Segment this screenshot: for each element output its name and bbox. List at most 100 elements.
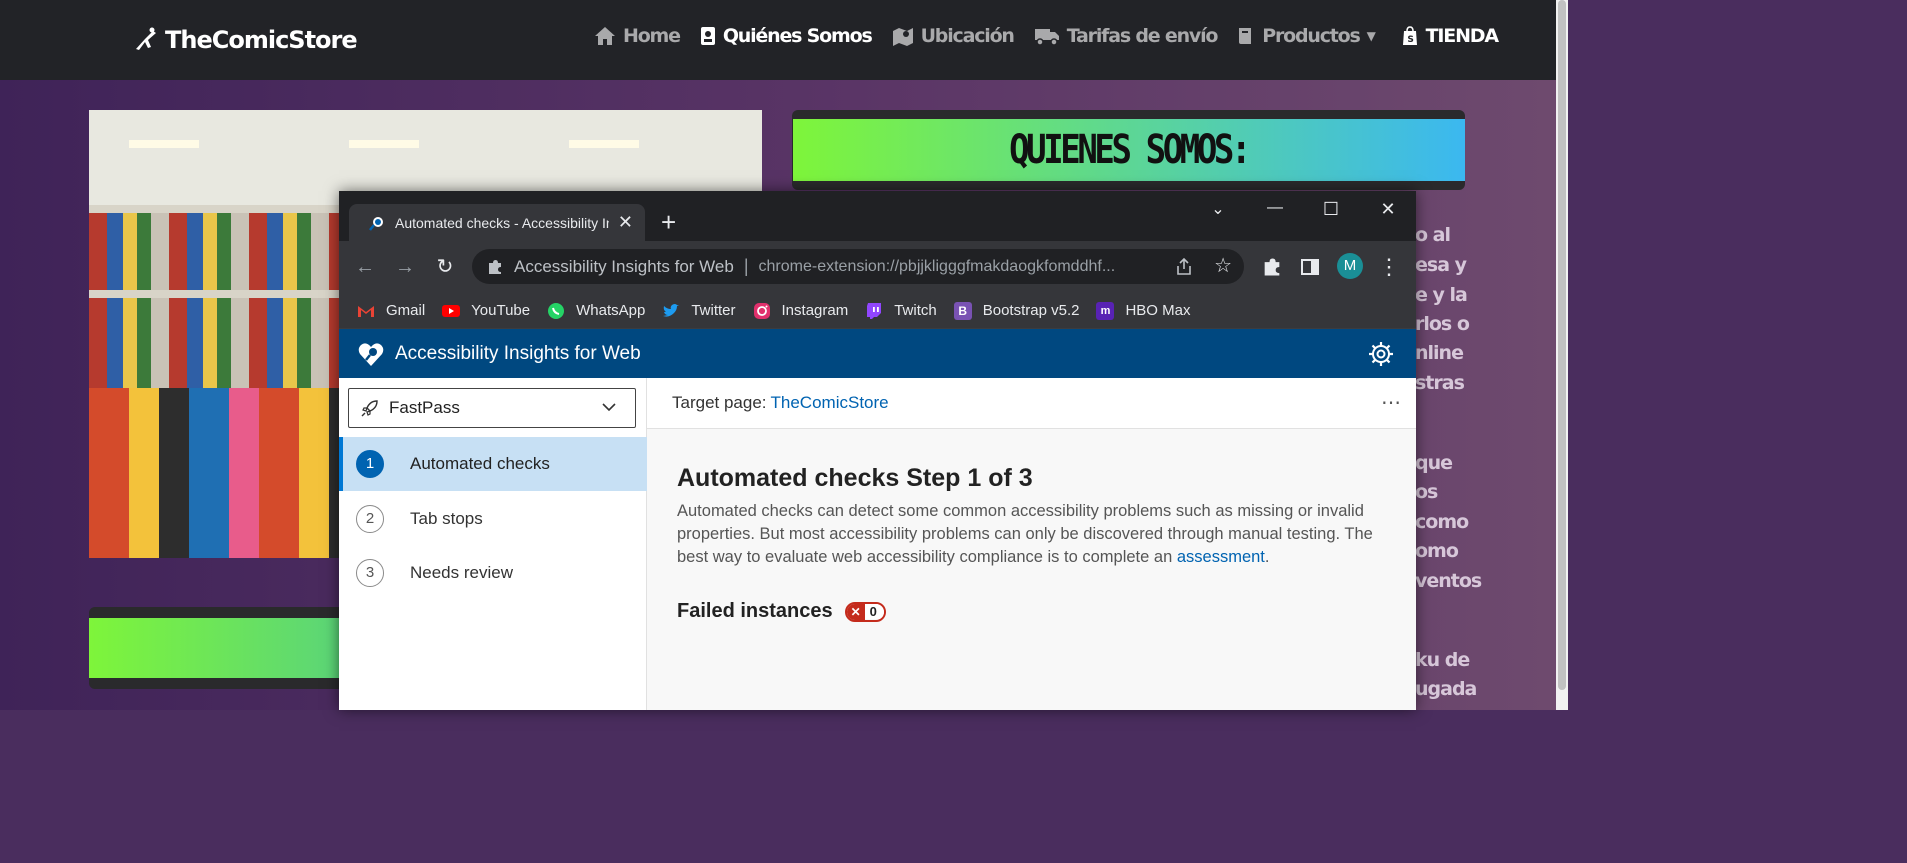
more-options-icon[interactable]: ⋯ (1381, 390, 1402, 415)
step-label: Tab stops (410, 509, 483, 528)
accessibility-insights-favicon-icon (369, 216, 383, 231)
side-text-line: como (1415, 511, 1469, 533)
bookmark-instagram[interactable]: Instagram (753, 302, 849, 320)
nav-home-label: Home (623, 25, 681, 47)
maximize-icon[interactable]: ☐ (1316, 199, 1346, 221)
assessment-link[interactable]: assessment (1177, 548, 1265, 566)
bookmark-hbomax[interactable]: m HBO Max (1096, 301, 1191, 320)
address-url: chrome-extension://pbjjkligggfmakdaogkfo… (758, 257, 1116, 275)
bookmark-star-icon[interactable]: ☆ (1214, 255, 1232, 277)
caret-down-icon: ▼ (1366, 29, 1376, 43)
tab-title: Automated checks - Accessibility Insight… (395, 214, 609, 231)
bookmark-label: Instagram (781, 302, 849, 319)
failed-count-badge: ✕ 0 (844, 601, 886, 622)
side-text-line: os (1415, 481, 1438, 503)
new-tab-button[interactable]: + (661, 209, 676, 235)
bookmark-whatsapp[interactable]: WhatsApp (547, 302, 645, 320)
side-panel-icon[interactable] (1300, 257, 1320, 277)
nav-needs-review[interactable]: 3 Needs review (339, 546, 647, 600)
nav-tarifas[interactable]: Tarifas de envío (1034, 22, 1218, 50)
nav-tab-stops[interactable]: 2 Tab stops (339, 492, 647, 546)
tab-automated-checks[interactable]: Automated checks - Accessibility Insight… (349, 204, 645, 241)
bookmark-label: YouTube (471, 302, 531, 319)
quienes-somos-banner: QUIENES SOMOS: (792, 110, 1465, 190)
failed-count: 0 (864, 604, 884, 619)
bookmark-label: Gmail (386, 302, 426, 319)
bookmark-label: WhatsApp (576, 302, 646, 319)
truck-icon (1034, 29, 1059, 46)
shopify-icon: S (1402, 26, 1417, 45)
twitter-icon (663, 303, 680, 317)
step-number: 3 (356, 559, 384, 587)
share-icon[interactable] (1174, 257, 1194, 277)
mode-dropdown[interactable]: FastPass (348, 388, 636, 428)
map-icon (892, 28, 913, 46)
bookmark-twitter[interactable]: Twitter (662, 302, 736, 320)
banner-title: QUIENES SOMOS: (1009, 127, 1251, 173)
failed-instances-label: Failed instances (677, 600, 833, 622)
extensions-puzzle-icon[interactable] (1261, 256, 1283, 278)
minimize-icon[interactable]: — (1260, 199, 1290, 221)
bootstrap-icon: B (953, 301, 972, 320)
step-label: Needs review (410, 563, 513, 582)
extension-title: Accessibility Insights for Web (395, 342, 641, 364)
book-icon (1239, 28, 1252, 44)
bookmark-label: Bootstrap v5.2 (982, 302, 1080, 319)
nav-quienes-somos[interactable]: Quiénes Somos (700, 22, 873, 50)
nav-automated-checks[interactable]: 1 Automated checks (339, 437, 647, 491)
nav-tienda-label: TIENDA (1425, 25, 1499, 47)
bookmark-twitch[interactable]: Twitch (865, 302, 937, 320)
content-pane: Target page: TheComicStore ⋯ Automated c… (647, 378, 1416, 710)
side-text-line: nline (1415, 342, 1464, 364)
whatsapp-icon (548, 302, 565, 319)
chevron-down-icon (602, 403, 616, 412)
site-brand[interactable]: TheComicStore (133, 26, 358, 54)
bookmark-label: HBO Max (1125, 302, 1191, 319)
reload-icon[interactable]: ↻ (433, 255, 457, 279)
address-bar[interactable]: Accessibility Insights for Web | chrome-… (472, 249, 1244, 284)
nav-tienda[interactable]: S TIENDA (1401, 22, 1499, 50)
step-number: 2 (356, 505, 384, 533)
target-page-label: Target page: (672, 393, 767, 412)
description-end: . (1264, 548, 1270, 566)
tab-search-chevron-icon[interactable]: ⌄ (1203, 199, 1233, 221)
bookmark-label: Twitch (894, 302, 937, 319)
close-tab-icon[interactable]: ✕ (618, 213, 633, 231)
side-text-line: ventos (1415, 570, 1482, 592)
nav-ubicacion[interactable]: Ubicación (892, 22, 1015, 50)
browser-window: Automated checks - Accessibility Insight… (339, 191, 1416, 710)
step-description: Automated checks can detect some common … (677, 500, 1397, 569)
close-window-icon[interactable]: ✕ (1373, 199, 1403, 221)
browser-menu-icon[interactable]: ⋮ (1377, 255, 1401, 279)
address-separator: | (743, 256, 749, 276)
page-scrollbar-thumb[interactable] (1558, 0, 1566, 690)
nav-quienes-somos-label: Quiénes Somos (722, 25, 873, 47)
bookmark-gmail[interactable]: Gmail (357, 302, 425, 320)
side-text-line: ku de (1415, 649, 1470, 671)
browser-toolbar: ← → ↻ Accessibility Insights for Web | c… (339, 241, 1416, 293)
id-card-icon (700, 27, 715, 45)
nav-productos-dropdown[interactable]: Productos ▼ (1237, 22, 1376, 50)
side-text-line: o al (1415, 224, 1451, 246)
instagram-icon (753, 302, 770, 319)
side-text-line: stras (1415, 372, 1465, 394)
side-text-line: rlos o (1415, 313, 1470, 335)
step-label: Automated checks (410, 454, 550, 473)
extension-header: Accessibility Insights for Web (339, 329, 1416, 378)
side-text-line: esa y (1415, 254, 1467, 276)
bookmarks-bar: Gmail YouTube WhatsApp Twitter Instagram… (339, 293, 1416, 329)
profile-avatar[interactable]: M (1337, 253, 1363, 279)
rocket-icon (361, 400, 378, 417)
twitch-icon (867, 302, 882, 319)
gear-icon[interactable] (1368, 341, 1394, 367)
bookmark-youtube[interactable]: YouTube (442, 302, 530, 320)
site-nav-links: Home Quiénes Somos Ubicación Tarifas de … (594, 22, 1518, 50)
superhero-logo-icon (136, 27, 156, 50)
target-page-link[interactable]: TheComicStore (771, 393, 889, 413)
nav-home[interactable]: Home (594, 22, 681, 50)
forward-arrow-icon[interactable]: → (393, 255, 417, 279)
bookmark-bootstrap[interactable]: B Bootstrap v5.2 (953, 301, 1080, 320)
back-arrow-icon[interactable]: ← (353, 255, 377, 279)
address-site-name: Accessibility Insights for Web (514, 256, 734, 276)
nav-ubicacion-label: Ubicación (920, 25, 1015, 47)
